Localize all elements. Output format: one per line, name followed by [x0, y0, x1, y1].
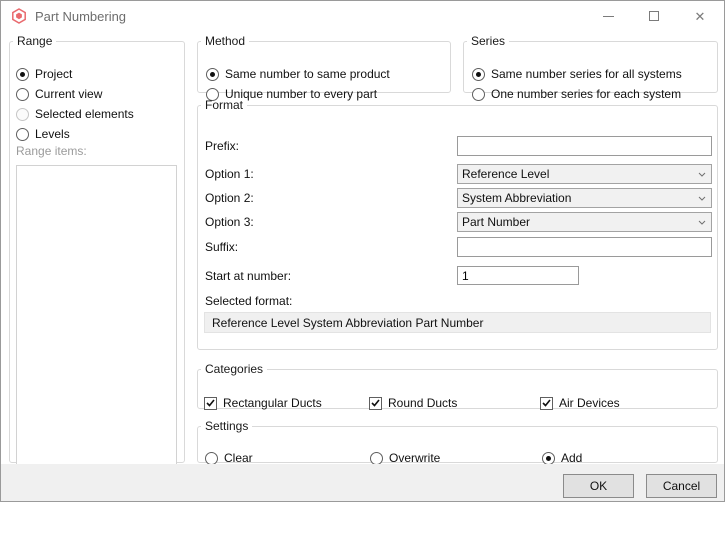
option1-dropdown[interactable]: Reference Level [457, 164, 712, 184]
format-group: Format Prefix: Option 1: Reference Level… [197, 98, 718, 350]
option3-dropdown[interactable]: Part Number [457, 212, 712, 232]
maximize-icon [649, 11, 659, 21]
settings-group: Settings Clear Overwrite Add [197, 419, 718, 463]
radio-indicator [16, 88, 29, 101]
checkbox-air-devices[interactable]: Air Devices [540, 393, 620, 413]
radio-label: Current view [35, 87, 102, 101]
checkbox-label: Air Devices [559, 396, 620, 410]
radio-label: Same number to same product [225, 67, 390, 81]
categories-group: Categories Rectangular Ducts Round Ducts… [197, 362, 718, 409]
window-controls: ✕ [585, 1, 723, 31]
prefix-label: Prefix: [205, 136, 239, 156]
start-at-number-label: Start at number: [205, 266, 291, 286]
range-items-label-row: Range items: [16, 141, 87, 161]
option3-value: Part Number [462, 215, 530, 229]
option2-dropdown[interactable]: System Abbreviation [457, 188, 712, 208]
checkbox-indicator [204, 397, 217, 410]
radio-indicator [16, 108, 29, 121]
app-logo-icon [11, 8, 27, 24]
radio-label: Clear [224, 451, 253, 465]
option2-value: System Abbreviation [462, 191, 571, 205]
range-items-listbox[interactable] [16, 165, 177, 470]
option1-value: Reference Level [462, 167, 549, 181]
format-group-label: Format [201, 98, 247, 112]
radio-label: Levels [35, 127, 70, 141]
option2-label: Option 2: [205, 188, 254, 208]
radio-indicator [16, 128, 29, 141]
window-title: Part Numbering [35, 1, 126, 31]
settings-group-label: Settings [201, 419, 252, 433]
maximize-button[interactable] [631, 1, 677, 31]
checkbox-indicator [540, 397, 553, 410]
range-group-label: Range [13, 34, 56, 48]
method-group-label: Method [201, 34, 249, 48]
series-group-label: Series [467, 34, 509, 48]
minimize-icon [603, 16, 614, 17]
radio-label: Selected elements [35, 107, 134, 121]
minimize-button[interactable] [585, 1, 631, 31]
radio-indicator [370, 452, 383, 465]
radio-indicator [206, 68, 219, 81]
radio-indicator [16, 68, 29, 81]
radio-range-selected-elements: Selected elements [16, 104, 134, 124]
radio-method-same-number[interactable]: Same number to same product [206, 64, 390, 84]
ok-button[interactable]: OK [563, 474, 634, 498]
radio-range-project[interactable]: Project [16, 64, 72, 84]
radio-label: Project [35, 67, 72, 81]
selected-format-value: Reference Level System Abbreviation Part… [212, 316, 483, 330]
radio-label: Same number series for all systems [491, 67, 682, 81]
start-at-number-input[interactable] [457, 266, 579, 285]
radio-indicator [472, 68, 485, 81]
close-button[interactable]: ✕ [677, 1, 723, 31]
suffix-input[interactable] [457, 237, 712, 257]
suffix-label: Suffix: [205, 237, 238, 257]
method-group: Method Same number to same product Uniqu… [197, 34, 451, 93]
chevron-down-icon [698, 196, 706, 201]
part-numbering-dialog: Part Numbering ✕ Range Project Current v… [0, 0, 725, 502]
close-icon: ✕ [695, 10, 706, 23]
checkbox-rectangular-ducts[interactable]: Rectangular Ducts [204, 393, 322, 413]
cancel-button[interactable]: Cancel [646, 474, 717, 498]
title-bar[interactable]: Part Numbering ✕ [1, 1, 724, 31]
prefix-input[interactable] [457, 136, 712, 156]
selected-format-label: Selected format: [205, 291, 292, 311]
categories-group-label: Categories [201, 362, 267, 376]
option3-label: Option 3: [205, 212, 254, 232]
radio-indicator [542, 452, 555, 465]
checkbox-indicator [369, 397, 382, 410]
chevron-down-icon [698, 220, 706, 225]
checkbox-label: Rectangular Ducts [223, 396, 322, 410]
radio-indicator [205, 452, 218, 465]
range-group: Range Project Current view Selected elem… [9, 34, 185, 463]
radio-series-same-series[interactable]: Same number series for all systems [472, 64, 682, 84]
checkbox-round-ducts[interactable]: Round Ducts [369, 393, 457, 413]
radio-label: Add [561, 451, 582, 465]
radio-label: Overwrite [389, 451, 440, 465]
range-items-label: Range items: [16, 144, 87, 158]
radio-range-current-view[interactable]: Current view [16, 84, 102, 104]
selected-format-display: Reference Level System Abbreviation Part… [204, 312, 711, 333]
series-group: Series Same number series for all system… [463, 34, 718, 93]
checkbox-label: Round Ducts [388, 396, 457, 410]
option1-label: Option 1: [205, 164, 254, 184]
chevron-down-icon [698, 172, 706, 177]
